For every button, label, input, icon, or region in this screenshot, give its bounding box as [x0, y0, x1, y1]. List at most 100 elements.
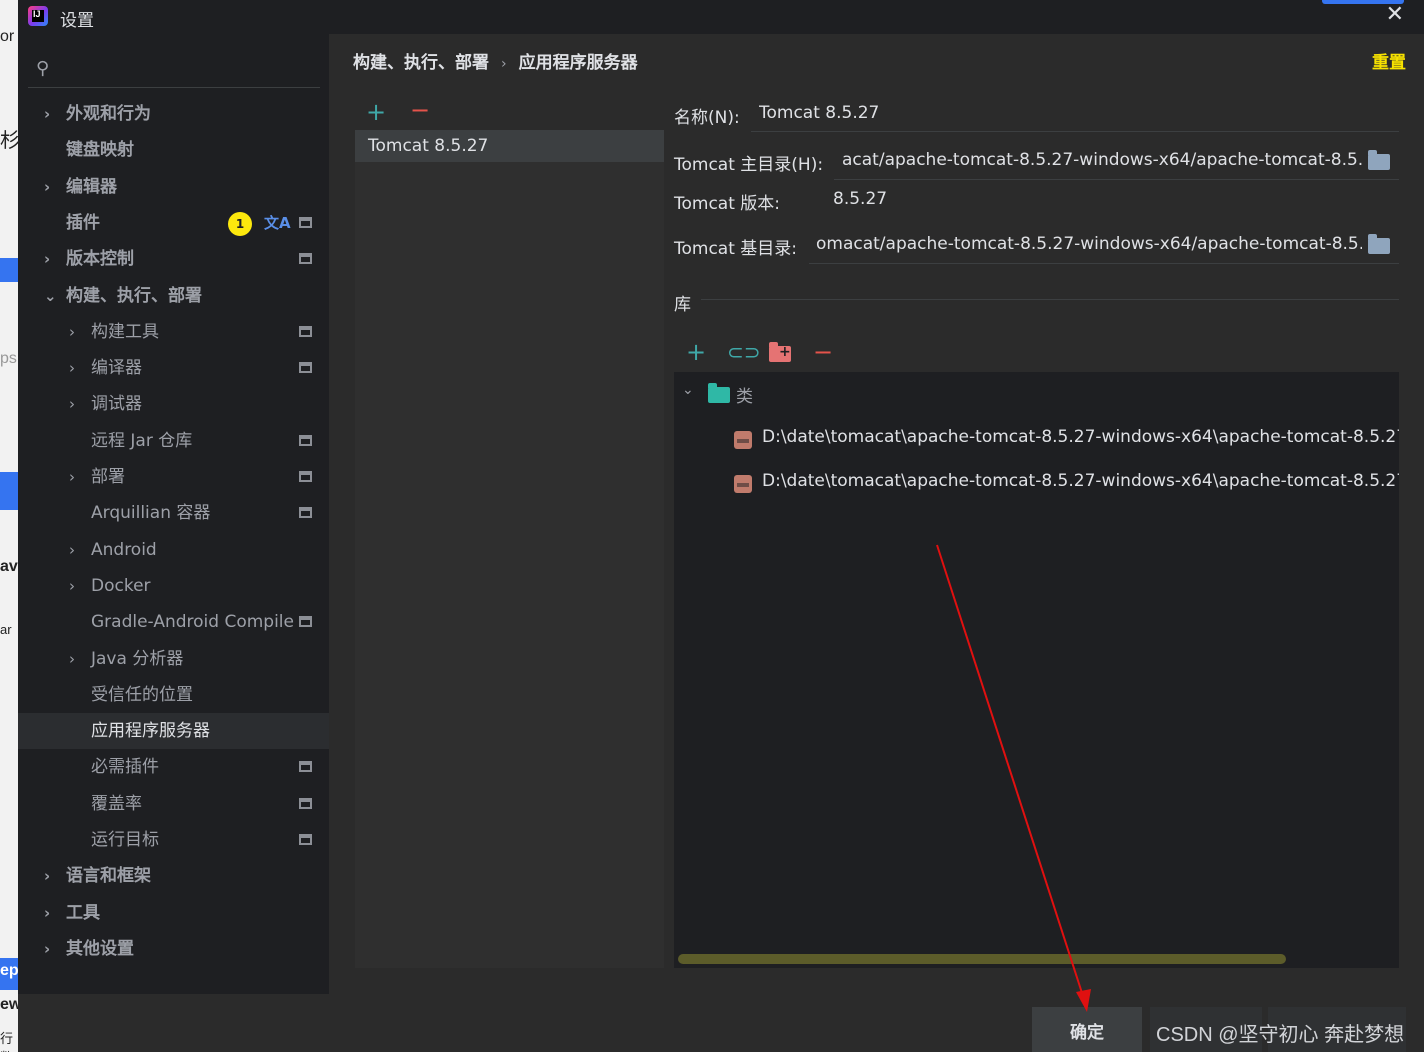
title-bar: IJ 设置 ✕ [18, 0, 1424, 34]
classes-node-label: 类 [736, 387, 753, 407]
chevron-right-icon[interactable]: › [69, 568, 75, 604]
sidebar-item[interactable]: 插件 1 文A [18, 205, 329, 241]
background-text: ps [0, 350, 17, 367]
sidebar-item-label: 语言和框架 [66, 866, 151, 887]
chevron-right-icon[interactable]: › [44, 169, 50, 205]
library-tree: ⌄ 类 D:\date\tomacat\apache-tomcat-8.5.27… [674, 372, 1399, 968]
sidebar-item-label: Java 分析器 [91, 648, 184, 669]
sidebar-item[interactable]: 远程 Jar 仓库 [18, 423, 329, 459]
horizontal-scrollbar[interactable] [678, 954, 1286, 964]
base-label: Tomcat 基目录: [674, 239, 798, 259]
section-divider [701, 299, 1399, 300]
browse-folder-icon[interactable] [1368, 150, 1390, 170]
sidebar-item-label: 构建、执行、部署 [66, 285, 202, 306]
add-library-button[interactable]: + [686, 340, 706, 364]
chevron-right-icon[interactable]: › [44, 96, 50, 132]
chevron-right-icon[interactable]: › [69, 314, 75, 350]
base-directory-field[interactable]: omacat/apache-tomcat-8.5.27-windows-x64/… [816, 234, 1362, 254]
background-text: 行数 [0, 1031, 14, 1052]
sidebar-item[interactable]: 受信任的位置 [18, 677, 329, 713]
add-folder-icon[interactable]: + [769, 342, 791, 362]
breadcrumb-current: 应用程序服务器 [518, 53, 638, 73]
remove-server-button[interactable]: − [410, 98, 430, 122]
project-scope-icon [299, 761, 312, 773]
chevron-right-icon[interactable]: › [44, 241, 50, 277]
translate-icon[interactable]: 文A [264, 205, 291, 241]
chevron-right-icon[interactable]: › [69, 386, 75, 422]
sidebar-item-label: 编译器 [91, 358, 142, 379]
sidebar-item[interactable]: 必需插件 [18, 749, 329, 785]
classes-folder-icon [708, 383, 730, 403]
sidebar-item[interactable]: › 工具 [18, 895, 329, 931]
sidebar-item[interactable]: › 语言和框架 [18, 858, 329, 894]
sidebar-item[interactable]: › 构建工具 [18, 314, 329, 350]
chevron-right-icon[interactable]: › [44, 858, 50, 894]
sidebar-item[interactable]: › Docker [18, 568, 329, 604]
chevron-right-icon[interactable]: › [69, 532, 75, 568]
add-server-button[interactable]: + [366, 100, 386, 124]
remove-library-button[interactable]: − [813, 340, 833, 364]
library-entry-path: D:\date\tomacat\apache-tomcat-8.5.27-win… [762, 471, 1399, 491]
project-scope-icon [299, 362, 312, 374]
sidebar-item[interactable]: 运行目标 [18, 822, 329, 858]
background-text: epl [0, 962, 18, 979]
sidebar-item[interactable]: ⌄ 构建、执行、部署 [18, 278, 329, 314]
reset-button[interactable]: 重置 [1372, 48, 1406, 73]
breadcrumb-parent[interactable]: 构建、执行、部署 [353, 53, 489, 73]
home-label: Tomcat 主目录(H): [674, 155, 824, 175]
sidebar-item[interactable]: › 编译器 [18, 350, 329, 386]
sidebar-item-label: 必需插件 [91, 757, 159, 778]
ok-button[interactable]: 确定 [1032, 1007, 1142, 1052]
library-entry-path: D:\date\tomacat\apache-tomcat-8.5.27-win… [762, 427, 1399, 447]
sidebar-item[interactable]: › 其他设置 [18, 931, 329, 967]
home-directory-field[interactable]: acat/apache-tomcat-8.5.27-windows-x64/ap… [842, 150, 1362, 170]
sidebar-item[interactable]: › 部署 [18, 459, 329, 495]
sidebar-item[interactable]: › 编辑器 [18, 169, 329, 205]
sidebar-item-label: 编辑器 [66, 176, 117, 197]
chevron-right-icon[interactable]: › [44, 931, 50, 967]
chevron-right-icon[interactable]: › [69, 641, 75, 677]
sidebar-item-label: 版本控制 [66, 249, 134, 270]
sidebar-item[interactable]: Arquillian 容器 [18, 495, 329, 531]
background-highlight [0, 472, 18, 510]
jar-icon [734, 431, 752, 449]
chevron-down-icon[interactable]: ⌄ [682, 382, 694, 398]
sidebar-item[interactable]: › Java 分析器 [18, 641, 329, 677]
sidebar-item-label: 外观和行为 [66, 104, 151, 124]
settings-search-input[interactable]: ⚲ [28, 52, 320, 88]
browse-folder-icon[interactable] [1368, 234, 1390, 254]
project-scope-icon [299, 616, 312, 628]
chevron-right-icon[interactable]: › [69, 350, 75, 386]
server-list: Tomcat 8.5.27 [355, 130, 664, 968]
link-icon[interactable]: ⊂⊃ [727, 340, 761, 364]
background-text: ar [0, 622, 12, 637]
background-text: avi [0, 558, 18, 575]
sidebar-item[interactable]: › Android [18, 532, 329, 568]
name-field[interactable]: Tomcat 8.5.27 [759, 103, 879, 123]
sidebar-item[interactable]: Gradle-Android Compile [18, 604, 329, 640]
libraries-section-title: 库 [674, 295, 691, 315]
sidebar-item[interactable]: 应用程序服务器 [18, 713, 329, 750]
sidebar-item[interactable]: 键盘映射 [18, 132, 329, 168]
background-text: 杉 [0, 130, 18, 152]
chevron-right-icon[interactable]: › [69, 459, 75, 495]
background-highlight [0, 258, 18, 282]
chevron-down-icon[interactable]: ⌄ [44, 278, 57, 314]
home-field-underline [834, 179, 1399, 180]
sidebar-item-label: 部署 [91, 467, 125, 487]
background-text: ew [0, 996, 18, 1013]
version-value: 8.5.27 [833, 189, 888, 209]
sidebar-item[interactable]: 覆盖率 [18, 786, 329, 822]
sidebar-item[interactable]: › 调试器 [18, 386, 329, 422]
base-field-underline [809, 263, 1399, 264]
sidebar-item-label: 构建工具 [91, 321, 159, 342]
sidebar-item[interactable]: › 版本控制 [18, 241, 329, 277]
server-list-item[interactable]: Tomcat 8.5.27 [355, 130, 664, 162]
name-field-underline [751, 131, 1399, 132]
sidebar-item[interactable]: › 外观和行为 [18, 96, 329, 132]
background-window: or 杉 ps avi ar epl ew 行数 [0, 0, 18, 1052]
project-scope-icon [299, 471, 312, 482]
close-icon[interactable]: ✕ [1386, 2, 1404, 27]
chevron-right-icon[interactable]: › [44, 895, 50, 931]
sidebar-item-label: Arquillian 容器 [91, 503, 211, 524]
